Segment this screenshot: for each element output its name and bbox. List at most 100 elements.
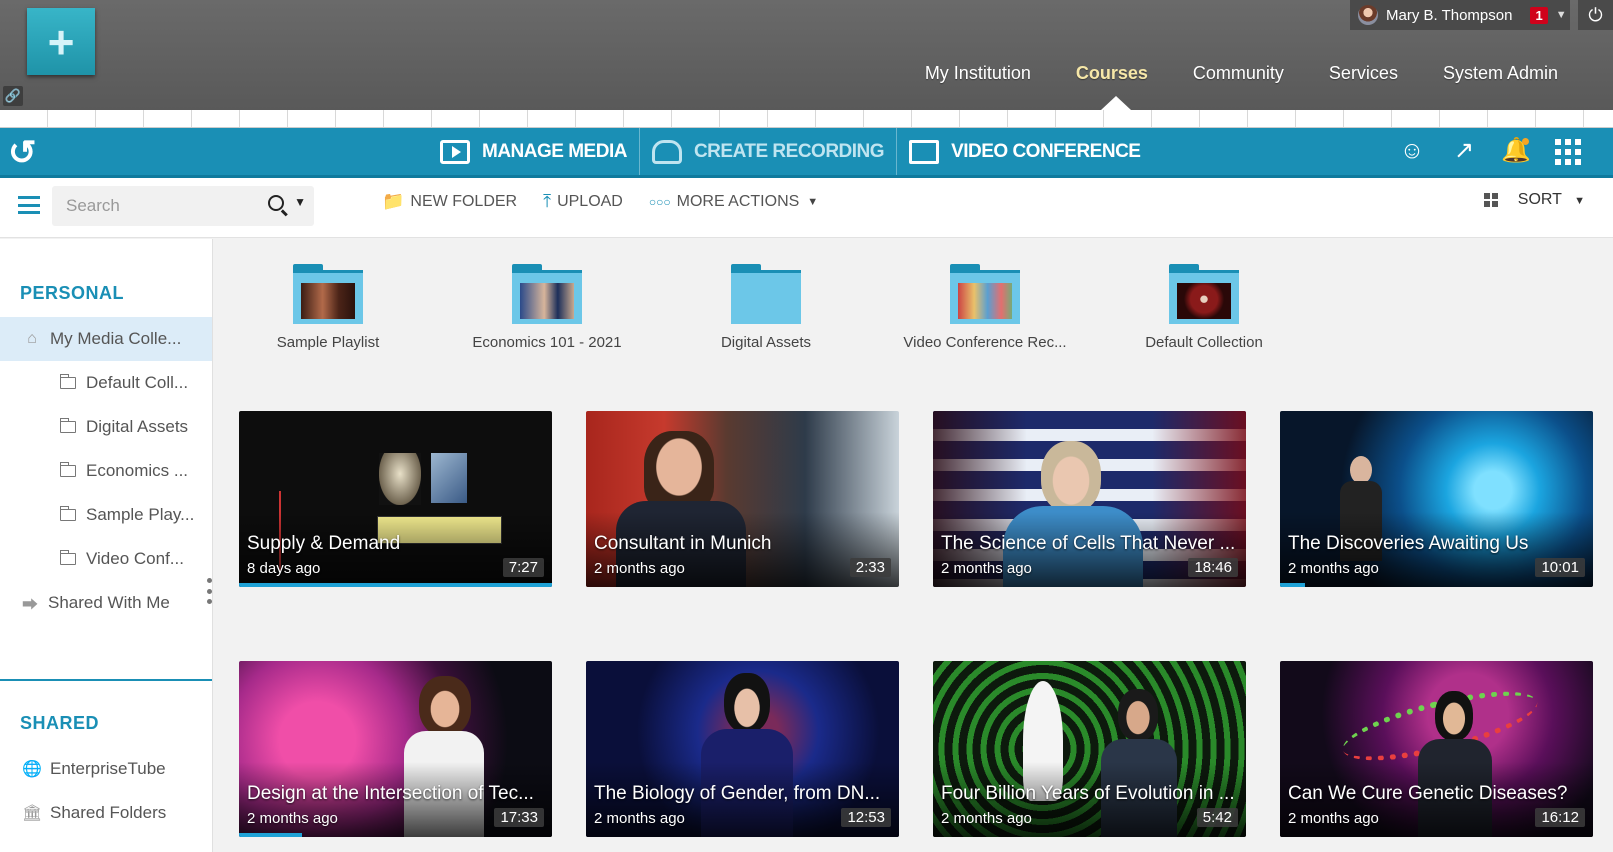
- sidebar-item-label: Shared Folders: [50, 803, 167, 822]
- more-actions-button[interactable]: ○○○ MORE ACTIONS ▼: [649, 191, 818, 212]
- video-card[interactable]: Supply & Demand 8 days ago 7:27: [239, 411, 552, 587]
- video-age: 2 months ago: [1288, 810, 1379, 827]
- folder-icon: [59, 506, 76, 521]
- watch-progress: [239, 583, 552, 587]
- sidebar-item-label: Default Coll...: [86, 373, 189, 392]
- sidebar: PERSONAL ⌂ My Media Colle... Default Col…: [0, 239, 213, 852]
- nav-my-institution[interactable]: My Institution: [925, 63, 1031, 84]
- bell-icon[interactable]: 🔔: [1501, 136, 1531, 166]
- video-card[interactable]: Can We Cure Genetic Diseases? 2 months a…: [1280, 661, 1593, 837]
- nav-courses[interactable]: Courses: [1076, 63, 1148, 84]
- media-content: Sample Playlist Economics 101 - 2021 Dig…: [213, 239, 1613, 852]
- video-age: 2 months ago: [594, 810, 685, 827]
- folder-icon: [59, 550, 76, 565]
- folder-economics[interactable]: Economics 101 - 2021: [432, 264, 662, 351]
- grid-view-icon[interactable]: [1483, 193, 1498, 207]
- external-link-icon[interactable]: ↗: [1449, 136, 1479, 166]
- more-actions-label: MORE ACTIONS: [676, 192, 800, 210]
- plus-icon: +: [47, 15, 75, 68]
- folder-sample-playlist[interactable]: Sample Playlist: [213, 264, 443, 351]
- laptop-person-icon: [909, 139, 940, 164]
- video-duration: 5:42: [1196, 808, 1238, 827]
- sort-label: SORT: [1517, 191, 1562, 208]
- video-title: Supply & Demand: [247, 533, 401, 554]
- video-card[interactable]: The Discoveries Awaiting Us 2 months ago…: [1280, 411, 1593, 587]
- video-duration: 17:33: [494, 808, 544, 827]
- sidebar-item-label: Digital Assets: [86, 417, 189, 436]
- sidebar-item-my-media[interactable]: ⌂ My Media Colle...: [0, 317, 212, 361]
- play-folder-icon: [440, 139, 470, 164]
- video-title: The Discoveries Awaiting Us: [1288, 533, 1529, 554]
- sidebar-folder-default[interactable]: Default Coll...: [0, 361, 212, 405]
- chevron-down-icon: ▼: [1574, 195, 1585, 207]
- media-logo-icon[interactable]: ↺: [8, 136, 46, 170]
- video-title: The Science of Cells That Never ...: [941, 533, 1236, 554]
- nav-services[interactable]: Services: [1329, 63, 1398, 84]
- video-duration: 2:33: [849, 558, 891, 577]
- profile-icon[interactable]: ☺: [1397, 136, 1427, 166]
- sort-button[interactable]: SORT ▼: [1518, 191, 1585, 209]
- folder-label: Digital Assets: [720, 334, 812, 351]
- folder-digital-assets[interactable]: Digital Assets: [651, 264, 881, 351]
- new-folder-button[interactable]: 📁 NEW FOLDER: [382, 191, 517, 212]
- video-card[interactable]: The Biology of Gender, from DN... 2 mont…: [586, 661, 899, 837]
- sidebar-item-label: Sample Play...: [86, 505, 195, 524]
- folder-icon: [59, 462, 76, 477]
- tab-manage-media[interactable]: MANAGE MEDIA: [428, 128, 640, 175]
- top-nav: My Institution Courses Community Service…: [880, 63, 1558, 84]
- video-age: 2 months ago: [594, 560, 685, 577]
- add-module-button[interactable]: +: [27, 8, 95, 75]
- tab-manage-media-label: MANAGE MEDIA: [482, 140, 627, 162]
- video-duration: 12:53: [841, 808, 891, 827]
- sidebar-folder-sample-playlist[interactable]: Sample Play...: [0, 493, 212, 537]
- folder-icon: [59, 418, 76, 433]
- nav-community[interactable]: Community: [1193, 63, 1284, 84]
- sidebar-folder-video-conference[interactable]: Video Conf...: [0, 537, 212, 581]
- dots-icon: ○○○: [648, 194, 671, 209]
- video-age: 8 days ago: [247, 560, 321, 577]
- video-age: 2 months ago: [247, 810, 338, 827]
- tab-create-recording[interactable]: CREATE RECORDING: [640, 128, 898, 175]
- video-duration: 16:12: [1535, 808, 1585, 827]
- video-title: Four Billion Years of Evolution in ...: [941, 783, 1235, 804]
- logout-button[interactable]: ⏻: [1578, 0, 1613, 30]
- folder-label: Sample Playlist: [276, 334, 380, 351]
- folder-label: Video Conference Rec...: [903, 334, 1067, 351]
- upload-button[interactable]: ⤒ UPLOAD: [543, 191, 623, 212]
- personal-heading: PERSONAL: [20, 283, 125, 303]
- power-icon: ⏻: [1588, 5, 1603, 25]
- chevron-down-icon[interactable]: ▼: [1556, 9, 1567, 21]
- sidebar-divider: [0, 679, 212, 681]
- sidebar-item-shared-with-me[interactable]: ⮕ Shared With Me: [0, 581, 212, 625]
- search-icon[interactable]: [268, 195, 284, 211]
- video-card[interactable]: Four Billion Years of Evolution in ... 2…: [933, 661, 1246, 837]
- nav-system-admin[interactable]: System Admin: [1443, 63, 1558, 84]
- new-folder-label: NEW FOLDER: [410, 192, 518, 210]
- upload-label: UPLOAD: [557, 192, 623, 210]
- tab-video-conference[interactable]: VIDEO CONFERENCE: [897, 128, 1152, 175]
- chevron-down-icon[interactable]: ▼: [294, 195, 306, 209]
- link-icon[interactable]: 🔗: [3, 86, 23, 106]
- sidebar-item-shared-folders[interactable]: 🏛 Shared Folders: [0, 791, 212, 835]
- video-card[interactable]: Design at the Intersection of Tec... 2 m…: [239, 661, 552, 837]
- folder-video-conference[interactable]: Video Conference Rec...: [870, 264, 1100, 351]
- search-input[interactable]: [66, 196, 256, 216]
- video-duration: 7:27: [502, 558, 544, 577]
- sidebar-folder-digital-assets[interactable]: Digital Assets: [0, 405, 212, 449]
- apps-grid-icon[interactable]: [1553, 136, 1583, 166]
- sidebar-folder-economics[interactable]: Economics ...: [0, 449, 212, 493]
- tab-strip-divider: [0, 110, 1613, 128]
- sidebar-item-label: Video Conf...: [86, 549, 184, 568]
- video-duration: 10:01: [1535, 558, 1585, 577]
- sidebar-item-enterprisetube[interactable]: 🌐 EnterpriseTube: [0, 747, 212, 791]
- user-name: Mary B. Thompson: [1386, 6, 1513, 24]
- video-card[interactable]: Consultant in Munich 2 months ago 2:33: [586, 411, 899, 587]
- video-card[interactable]: The Science of Cells That Never ... 2 mo…: [933, 411, 1246, 587]
- shared-heading: SHARED: [20, 713, 100, 733]
- video-age: 2 months ago: [1288, 560, 1379, 577]
- user-menu[interactable]: Mary B. Thompson 1 ▼: [1350, 0, 1570, 30]
- folder-default-collection[interactable]: Default Collection: [1089, 264, 1319, 351]
- notification-badge[interactable]: 1: [1530, 6, 1548, 24]
- menu-icon[interactable]: [18, 196, 40, 214]
- toolbar-right: SORT ▼: [1483, 191, 1585, 209]
